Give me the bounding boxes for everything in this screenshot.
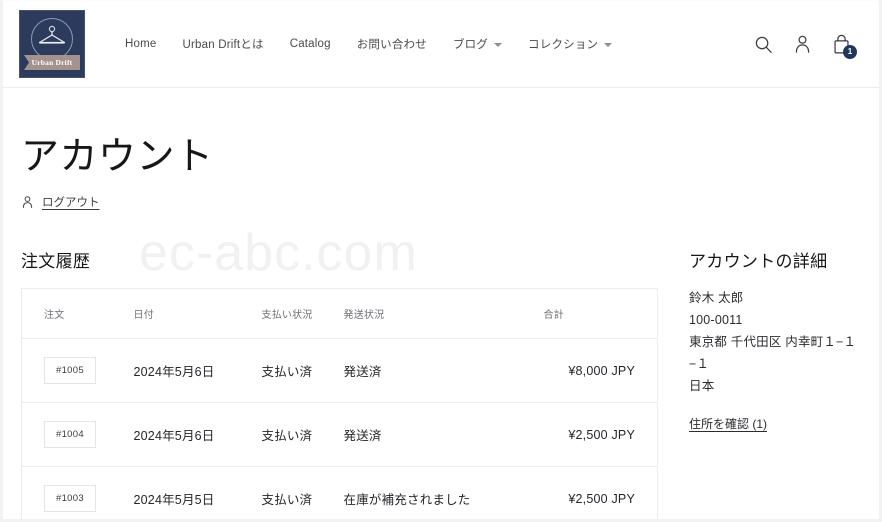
cart-count-badge: 1 [843,44,857,59]
column-header-total: 合計 [543,288,658,339]
user-icon [795,35,810,53]
account-details-title: アカウントの詳細 [689,252,828,271]
order-payment-cell: 支払い済 [261,402,344,467]
nav-item-contact[interactable]: お問い合わせ [357,36,427,52]
logout-label: ログアウト [42,197,100,209]
account-postal-code: 100-0011 [689,313,743,327]
order-number-cell: #1003 [21,466,134,519]
user-icon [22,196,33,209]
logout-link-row[interactable]: ログアウト [21,194,865,210]
order-date-cell: 2024年5月6日 [133,402,262,467]
order-fulfillment-cell: 発送済 [343,402,544,467]
order-number-link[interactable]: #1003 [44,485,96,512]
order-number-cell: #1004 [21,402,134,467]
account-button[interactable] [793,34,812,54]
order-history-title: 注文履歴 [21,252,91,271]
orders-table-head: 注文 日付 支払い状況 発送状況 合計 [21,288,658,339]
order-total-cell: ¥2,500 JPY [543,402,658,467]
nav-item-blog[interactable]: ブログ [452,36,503,52]
order-fulfillment-cell: 在庫が補充されました [343,466,544,519]
logo-ribbon-label: Urban Drift [24,55,80,70]
order-payment-cell: 支払い済 [261,338,344,403]
order-total-cell: ¥2,500 JPY [543,466,658,519]
nav-item-catalog[interactable]: Catalog [290,38,331,50]
order-date-cell: 2024年5月5日 [133,466,262,519]
header-actions: 1 [754,34,865,59]
order-date-cell: 2024年5月6日 [133,338,262,403]
page-root: Urban Drift Home Urban Driftとは Catalog お… [0,0,882,522]
table-row: #1004 2024年5月6日 支払い済 発送済 ¥2,500 JPY [21,402,658,467]
search-icon [755,36,772,53]
orders-header-row: 注文 日付 支払い状況 発送状況 合計 [21,288,658,339]
clothes-hanger-icon [38,25,66,44]
chevron-down-icon [494,43,503,47]
nav-item-collection[interactable]: コレクション [528,36,613,52]
column-header-payment: 支払い状況 [261,288,344,339]
column-header-date: 日付 [133,288,262,339]
nav-label: Home [125,38,157,50]
cart-button[interactable]: 1 [832,34,857,59]
column-header-fulfillment: 発送状況 [343,288,544,339]
nav-label: Urban Driftとは [182,39,264,51]
order-total-cell: ¥8,000 JPY [543,338,658,403]
nav-item-home[interactable]: Home [125,38,156,50]
orders-table-body: #1005 2024年5月6日 支払い済 発送済 ¥8,000 JPY #100… [21,338,658,519]
order-history-section: 注文履歴 注文 日付 支払い状況 発送状況 合計 #1005 2024年5月6日… [17,247,671,519]
site-logo[interactable]: Urban Drift [19,10,85,78]
nav-label: ブログ [452,39,489,51]
main-content: アカウント ログアウト 注文履歴 注文 日付 支払い状況 発送状況 合計 #10… [3,125,879,519]
orders-table: 注文 日付 支払い状況 発送状況 合計 #1005 2024年5月6日 支払い済… [21,288,658,519]
view-addresses-link[interactable]: 住所を確認 (1) [689,415,767,432]
account-name: 鈴木 太郎 [689,291,744,305]
account-details-section: アカウントの詳細 鈴木 太郎 100-0011 東京都 千代田区 内幸町１−１−… [671,247,865,519]
order-number-link[interactable]: #1005 [44,357,96,384]
order-number-cell: #1005 [21,338,134,403]
search-button[interactable] [754,35,773,54]
content-columns: 注文履歴 注文 日付 支払い状況 発送状況 合計 #1005 2024年5月6日… [17,247,865,519]
site-header: Urban Drift Home Urban Driftとは Catalog お… [3,1,879,88]
order-number-link[interactable]: #1004 [44,421,96,448]
order-fulfillment-cell: 発送済 [343,338,544,403]
nav-label: Catalog [289,38,331,50]
chevron-down-icon [604,43,613,47]
page-title: アカウント [21,136,214,178]
order-payment-cell: 支払い済 [261,466,344,519]
table-row: #1003 2024年5月5日 支払い済 在庫が補充されました ¥2,500 J… [21,466,658,519]
main-navigation: Home Urban Driftとは Catalog お問い合わせ ブログ コレ… [125,36,613,52]
account-country: 日本 [689,379,715,393]
column-header-order: 注文 [21,288,134,339]
account-address: 東京都 千代田区 内幸町１−１−１ [689,335,857,371]
nav-label: コレクション [528,39,599,51]
nav-item-about[interactable]: Urban Driftとは [182,36,263,52]
nav-label: お問い合わせ [356,39,427,51]
table-row: #1005 2024年5月6日 支払い済 発送済 ¥8,000 JPY [21,338,658,403]
